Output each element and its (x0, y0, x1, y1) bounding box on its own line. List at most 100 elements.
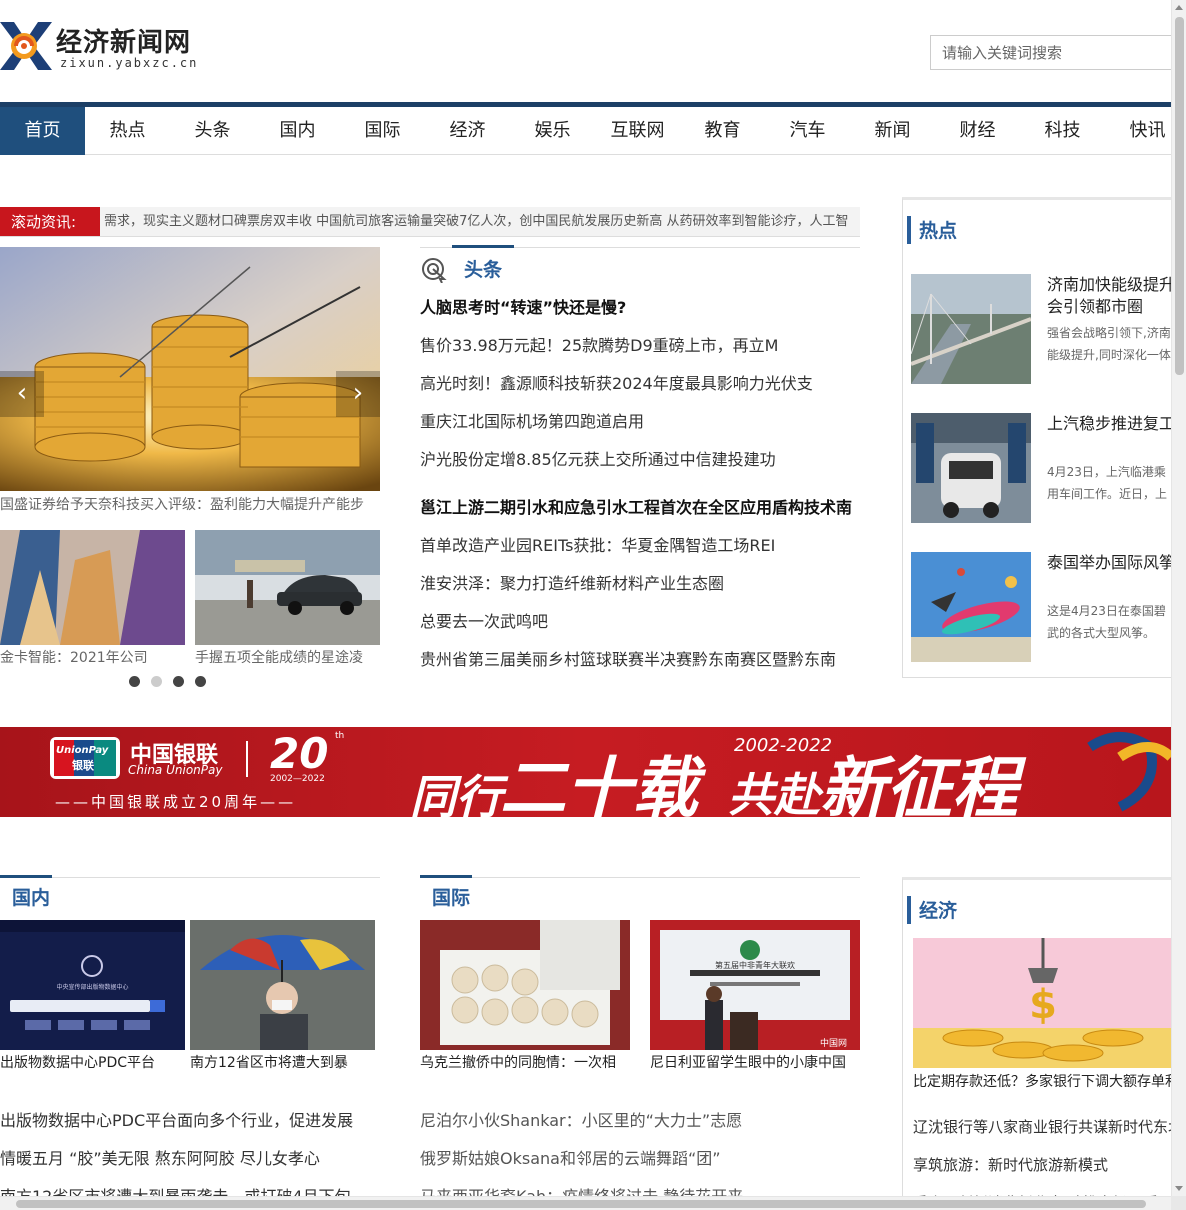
headline-item[interactable]: 售价33.98万元起！25款腾势D9重磅上市，再立M (420, 327, 860, 365)
hot-item[interactable]: 上汽稳步推进复工 4月23日，上汽临港乘用车间工作。近日，上汽集 (911, 413, 1171, 525)
domestic-list: 出版物数据中心PDC平台面向多个行业，促进发展 情暖五月 “胶”美无限 熬东阿阿… (0, 1102, 380, 1196)
international-item[interactable]: 马来西亚华裔Kah：疫情终将过去 静待花开来 (420, 1178, 860, 1196)
international-pic-1[interactable] (420, 920, 630, 1050)
domestic-section-title[interactable]: 国内 (12, 883, 50, 910)
factory-image (911, 413, 1031, 523)
scroll-up-icon[interactable] (1175, 5, 1183, 10)
nav-item-domestic[interactable]: 国内 (255, 107, 340, 155)
domestic-pic-caption-2[interactable]: 南方12省区市将遭大到暴 (190, 1052, 375, 1072)
banner-slogan-b: 二十载 (500, 750, 698, 817)
search-input[interactable] (930, 35, 1171, 70)
unionpay-banner[interactable]: UnionPay 银联 中国银联 China UnionPay 20 th 20… (0, 727, 1171, 817)
international-item[interactable]: 俄罗斯姑娘Oksana和邻居的云端舞蹈“团” (420, 1140, 860, 1178)
hot-item-title[interactable]: 济南加快能级提升会引领都市圈 (1047, 274, 1171, 318)
headline-item[interactable]: 高光时刻！鑫源顺科技斩获2024年度最具影响力光伏支 (420, 365, 860, 403)
speaker-stage-image (650, 920, 860, 1050)
domestic-item[interactable]: 南方12省区市将遭大到暴雨袭击，或打破4月下旬 (0, 1178, 380, 1196)
ticker-label: 滚动资讯: (0, 207, 100, 236)
nav-item-flash[interactable]: 快讯 (1105, 107, 1171, 155)
slider-thumb-1[interactable] (0, 530, 185, 645)
international-pic-2[interactable]: 第五届中非青年大联欢 中国网 (650, 920, 860, 1050)
international-section-title[interactable]: 国际 (432, 883, 470, 910)
nav-item-auto[interactable]: 汽车 (765, 107, 850, 155)
nav-item-entertainment[interactable]: 娱乐 (510, 107, 595, 155)
economy-item[interactable]: 重庆：创新消费新业态 助推市场回暖 (913, 1184, 1171, 1196)
headline-item[interactable]: 贵州省第三届美丽乡村篮球联赛半决赛黔东南赛区暨黔东南 (420, 641, 860, 679)
site-name: 经济新闻网 (56, 28, 192, 58)
headline-item[interactable]: 重庆江北国际机场第四跑道启用 (420, 403, 860, 441)
ticker-text[interactable]: 需求，现实主义题材口碑票房双丰收 中国航司旅客运输量突破7亿人次，创中国民航发展… (104, 207, 856, 236)
nav-item-headline[interactable]: 头条 (170, 107, 255, 155)
slider-prev-button[interactable]: ‹ (0, 371, 44, 417)
slider-next-button[interactable]: › (336, 371, 380, 417)
domestic-pic-2[interactable] (190, 920, 375, 1050)
nav-item-finance[interactable]: 财经 (935, 107, 1020, 155)
slider-dot-1[interactable] (129, 676, 140, 687)
scroll-down-icon[interactable] (1175, 1186, 1183, 1191)
hot-item-title[interactable]: 泰国举办国际风筝 (1047, 552, 1171, 596)
nav-item-education[interactable]: 教育 (680, 107, 765, 155)
hot-item[interactable]: 泰国举办国际风筝 这是4月23日在泰国碧武的各式大型风筝。2022年 (911, 552, 1171, 664)
horizontal-scroll-thumb[interactable] (16, 1200, 1146, 1208)
nav-item-home[interactable]: 首页 (0, 107, 85, 155)
domestic-item[interactable]: 出版物数据中心PDC平台面向多个行业，促进发展 (0, 1102, 380, 1140)
slider-thumb-2[interactable] (195, 530, 380, 645)
banner-anniv-years: 2002—2022 (270, 774, 325, 784)
international-pic-caption-1[interactable]: 乌克兰撤侨中的同胞情：一次相 (420, 1052, 630, 1072)
site-logo[interactable]: 经济新闻网 zixun.yabxzc.cn (0, 18, 200, 74)
international-item[interactable]: 尼泊尔小伙Shankar：小区里的“大力士”志愿 (420, 1102, 860, 1140)
main-nav: 首页 热点 头条 国内 国际 经济 娱乐 互联网 教育 汽车 新闻 财经 科技 … (0, 107, 1171, 155)
headline-item[interactable]: 沪光股份定增8.85亿元获上交所通过中信建投建功 (420, 441, 860, 479)
hot-item-image (911, 274, 1031, 384)
nav-item-tech[interactable]: 科技 (1020, 107, 1105, 155)
hot-item-desc: 强省会战略引领下,济南能级提升,同时深化一体化 (1047, 326, 1171, 362)
slider-dot-2[interactable] (151, 676, 162, 687)
international-pic-caption-2[interactable]: 尼日利亚留学生眼中的小康中国 (650, 1052, 860, 1072)
domestic-pic-caption-1[interactable]: 出版物数据中心PDC平台 (0, 1052, 185, 1072)
scrollbar-corner (1171, 1196, 1186, 1210)
headline-item[interactable]: 人脑思考时“转速”快还是慢? (420, 289, 860, 327)
economy-item[interactable]: 享筑旅游：新时代旅游新模式 (913, 1146, 1171, 1184)
site-domain: zixun.yabxzc.cn (60, 56, 199, 70)
headline-item[interactable]: 邕江上游二期引水和应急引水工程首次在全区应用盾构技术南 (420, 489, 860, 527)
section-accent-bar (452, 245, 514, 248)
economy-pic[interactable]: $ (913, 938, 1171, 1068)
horizontal-scrollbar[interactable] (0, 1196, 1171, 1210)
banner-subtitle: ——中国银联成立20周年—— (55, 793, 297, 811)
unionpay-logo-cn: 银联 (72, 759, 94, 772)
headline-item[interactable]: 淮安洪泽：聚力打造纤维新材料产业生态圈 (420, 565, 860, 603)
thumb-caption-1[interactable]: 金卡智能：2021年公司 (0, 647, 185, 667)
headline-icon (422, 258, 447, 283)
hot-item-title[interactable]: 上汽稳步推进复工 (1047, 413, 1171, 457)
nav-item-international[interactable]: 国际 (340, 107, 425, 155)
thumb-caption-2[interactable]: 手握五项全能成绩的星途凌 (195, 647, 380, 667)
nav-item-hot[interactable]: 热点 (85, 107, 170, 155)
economy-section-title[interactable]: 经济 (919, 896, 957, 923)
nav-item-news[interactable]: 新闻 (850, 107, 935, 155)
dumplings-image (420, 920, 630, 1050)
vertical-scrollbar[interactable] (1171, 0, 1186, 1196)
domestic-pic-1[interactable]: 中央宣传部出版物数据中心 (0, 920, 185, 1050)
hot-item[interactable]: 济南加快能级提升会引领都市圈 强省会战略引领下,济南能级提升,同时深化一体化 (911, 274, 1171, 386)
headline-item[interactable]: 总要去一次武鸣吧 (420, 603, 860, 641)
economy-list: 辽沈银行等八家商业银行共谋新时代东北 享筑旅游：新时代旅游新模式 重庆：创新消费… (913, 1108, 1171, 1196)
thumb-image-buildings (0, 530, 185, 645)
vertical-scroll-thumb[interactable] (1175, 17, 1184, 375)
slide-caption[interactable]: 国盛证券给予天奈科技买入评级：盈利能力大幅提升产能步 (0, 494, 380, 514)
nav-item-economy[interactable]: 经济 (425, 107, 510, 155)
domestic-item[interactable]: 情暖五月 “胶”美无限 熬东阿阿胶 尽儿女孝心 (0, 1140, 380, 1178)
feature-slider[interactable]: ‹ › (0, 247, 380, 491)
section-accent-bar (907, 216, 911, 244)
hot-item-image (911, 413, 1031, 523)
banner-anniv-sup: th (335, 731, 345, 741)
page: 经济新闻网 zixun.yabxzc.cn 首页 热点 头条 国内 国际 经济 … (0, 0, 1171, 1196)
headline-section-title[interactable]: 头条 (464, 255, 502, 282)
slider-dot-4[interactable] (195, 676, 206, 687)
hot-section-title[interactable]: 热点 (919, 216, 957, 243)
slider-dot-3[interactable] (173, 676, 184, 687)
hot-sidebar: 热点 济南加快能级提升会引领都市圈 强省会战略引领下,济南能级提升,同时深化一体… (902, 197, 1171, 678)
nav-item-internet[interactable]: 互联网 (595, 107, 680, 155)
headline-item[interactable]: 首单改造产业园REITs获批：华夏金隅智造工场REI (420, 527, 860, 565)
economy-item[interactable]: 辽沈银行等八家商业银行共谋新时代东北 (913, 1108, 1171, 1146)
economy-pic-caption[interactable]: 比定期存款还低？多家银行下调大额存单利率 (913, 1070, 1171, 1094)
